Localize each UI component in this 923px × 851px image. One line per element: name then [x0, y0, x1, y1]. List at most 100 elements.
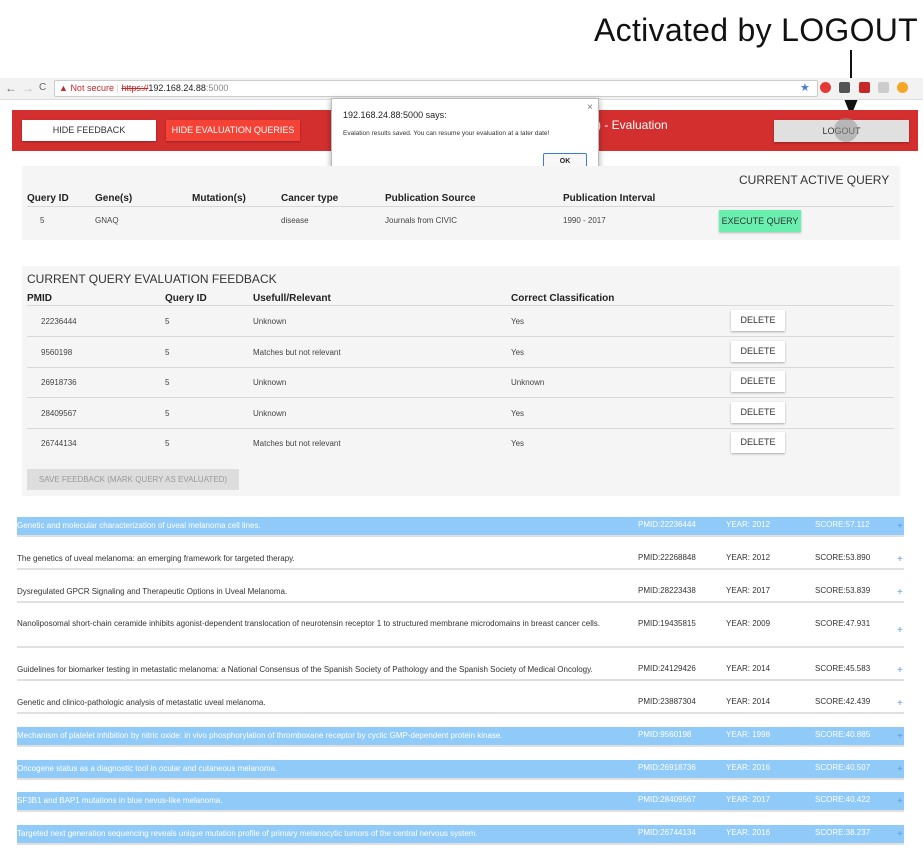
feedback-relevant: Unknown	[253, 378, 287, 387]
back-arrow-icon[interactable]: ←	[5, 81, 17, 95]
active-query-interval: 1990 - 2017	[563, 216, 606, 225]
result-pmid: PMID:22236444	[638, 520, 696, 529]
expand-plus-icon[interactable]: +	[897, 625, 903, 636]
col-cancer-type: Cancer type	[281, 193, 339, 204]
result-year: YEAR: 2009	[726, 619, 771, 628]
result-pmid: PMID:9560198	[638, 730, 692, 739]
result-year: YEAR: 2012	[726, 520, 771, 529]
feedback-classification: Unknown	[511, 378, 545, 387]
result-score: SCORE:57.112	[815, 520, 870, 529]
result-title[interactable]: Guidelines for biomarker testing in meta…	[17, 664, 629, 676]
list-item[interactable]: Targeted next generation sequencing reve…	[17, 825, 904, 843]
divider	[17, 810, 904, 812]
extension-m-icon[interactable]	[859, 82, 870, 93]
delete-button[interactable]: DELETE	[731, 371, 785, 392]
feedback-query-id: 5	[165, 439, 170, 448]
adblock-extension-icon[interactable]	[820, 82, 831, 93]
feedback-relevant: Matches but not relevant	[253, 348, 341, 357]
feedback-query-id: 5	[165, 348, 170, 357]
feedback-relevant: Unknown	[253, 409, 287, 418]
dialog-message: Evalation results saved. You can resume …	[343, 130, 550, 137]
list-item[interactable]: SF3B1 and BAP1 mutations in blue nevus-l…	[17, 792, 904, 810]
extension-gray-icon[interactable]	[878, 82, 889, 93]
col-usefull-relevant: Usefull/Relevant	[253, 293, 331, 304]
divider	[17, 778, 904, 780]
list-item[interactable]: Genetic and molecular characterization o…	[17, 517, 904, 535]
list-item[interactable]: Guidelines for biomarker testing in meta…	[17, 661, 904, 679]
result-score: SCORE:47.931	[815, 619, 871, 628]
reload-icon[interactable]: C	[39, 82, 46, 93]
url-host: 192.168.24.88	[148, 83, 206, 93]
list-item[interactable]: Dysregulated GPCR Signaling and Therapeu…	[17, 583, 904, 601]
page-title: ) - Evaluation	[597, 118, 668, 132]
result-pmid: PMID:28409567	[638, 795, 696, 804]
divider	[27, 206, 894, 207]
hide-feedback-button[interactable]: HIDE FEEDBACK	[22, 120, 156, 141]
result-title[interactable]: Genetic and molecular characterization o…	[17, 520, 629, 532]
result-title[interactable]: Oncogene status as a diagnostic tool in …	[17, 763, 629, 775]
list-item[interactable]: Mechanism of platelet inhibition by nitr…	[17, 727, 904, 745]
active-query-source: Journals from CIVIC	[385, 216, 458, 225]
list-item[interactable]: Nanoliposomal short-chain ceramide inhib…	[17, 616, 904, 646]
active-query-heading: CURRENT ACTIVE QUERY	[739, 173, 890, 187]
feedback-query-id: 5	[165, 378, 170, 387]
delete-button[interactable]: DELETE	[731, 402, 785, 423]
result-score: SCORE:53.890	[815, 553, 871, 562]
expand-plus-icon[interactable]: +	[897, 731, 903, 742]
active-query-panel: CURRENT ACTIVE QUERY Query ID Gene(s) Mu…	[22, 166, 900, 240]
result-title[interactable]: Dysregulated GPCR Signaling and Therapeu…	[17, 586, 629, 598]
close-icon[interactable]: ×	[587, 102, 593, 113]
divider	[17, 601, 904, 603]
result-score: SCORE:40.507	[815, 763, 871, 772]
result-title[interactable]: The genetics of uveal melanoma: an emerg…	[17, 553, 629, 565]
result-year: YEAR: 2016	[726, 763, 771, 772]
divider	[17, 745, 904, 747]
expand-plus-icon[interactable]: +	[897, 796, 903, 807]
divider	[27, 336, 894, 337]
expand-plus-icon[interactable]: +	[897, 587, 903, 598]
result-title[interactable]: Targeted next generation sequencing reve…	[17, 828, 629, 840]
bookmark-star-icon[interactable]: ★	[800, 81, 810, 94]
result-year: YEAR: 1998	[726, 730, 771, 739]
forward-arrow-icon[interactable]: →	[22, 81, 34, 95]
feedback-panel: CURRENT QUERY EVALUATION FEEDBACK PMID Q…	[22, 266, 900, 496]
expand-plus-icon[interactable]: +	[897, 665, 903, 676]
result-score: SCORE:38.237	[815, 828, 871, 837]
list-item[interactable]: The genetics of uveal melanoma: an emerg…	[17, 550, 904, 568]
col-pmid: PMID	[27, 293, 52, 304]
result-pmid: PMID:19435815	[638, 619, 696, 628]
active-query-id: 5	[40, 216, 45, 225]
result-score: SCORE:42.439	[815, 697, 871, 706]
delete-button[interactable]: DELETE	[731, 341, 785, 362]
feedback-relevant: Matches but not relevant	[253, 439, 341, 448]
save-feedback-button[interactable]: SAVE FEEDBACK (MARK QUERY AS EVALUATED)	[27, 469, 239, 490]
expand-plus-icon[interactable]: +	[897, 554, 903, 565]
feedback-classification: Yes	[511, 317, 525, 326]
col-publication-interval: Publication Interval	[563, 193, 656, 204]
expand-plus-icon[interactable]: +	[897, 521, 903, 532]
execute-query-button[interactable]: EXECUTE QUERY	[719, 210, 801, 232]
list-item[interactable]: Genetic and clinico-pathologic analysis …	[17, 694, 904, 712]
list-item[interactable]: Oncogene status as a diagnostic tool in …	[17, 760, 904, 778]
result-title[interactable]: Mechanism of platelet inhibition by nitr…	[17, 730, 629, 742]
expand-plus-icon[interactable]: +	[897, 829, 903, 840]
col-publication-source: Publication Source	[385, 193, 476, 204]
delete-button[interactable]: DELETE	[731, 432, 785, 453]
click-cursor-indicator	[834, 118, 858, 142]
divider	[27, 305, 894, 306]
result-score: SCORE:40.422	[815, 795, 871, 804]
extension-face-icon[interactable]	[897, 82, 908, 93]
delete-button[interactable]: DELETE	[731, 310, 785, 331]
result-title[interactable]: Genetic and clinico-pathologic analysis …	[17, 697, 629, 709]
result-year: YEAR: 2017	[726, 795, 771, 804]
expand-plus-icon[interactable]: +	[897, 764, 903, 775]
feedback-pmid: 9560198	[41, 348, 73, 357]
result-title[interactable]: SF3B1 and BAP1 mutations in blue nevus-l…	[17, 795, 629, 807]
result-pmid: PMID:26744134	[638, 828, 696, 837]
address-bar[interactable]: ▲ Not secure | https://192.168.24.88:500…	[54, 80, 818, 97]
expand-plus-icon[interactable]: +	[897, 698, 903, 709]
result-title[interactable]: Nanoliposomal short-chain ceramide inhib…	[17, 618, 629, 630]
result-pmid: PMID:28223438	[638, 586, 696, 595]
pocket-extension-icon[interactable]	[839, 82, 850, 93]
hide-evaluation-queries-button[interactable]: HIDE EVALUATION QUERIES	[166, 120, 300, 141]
